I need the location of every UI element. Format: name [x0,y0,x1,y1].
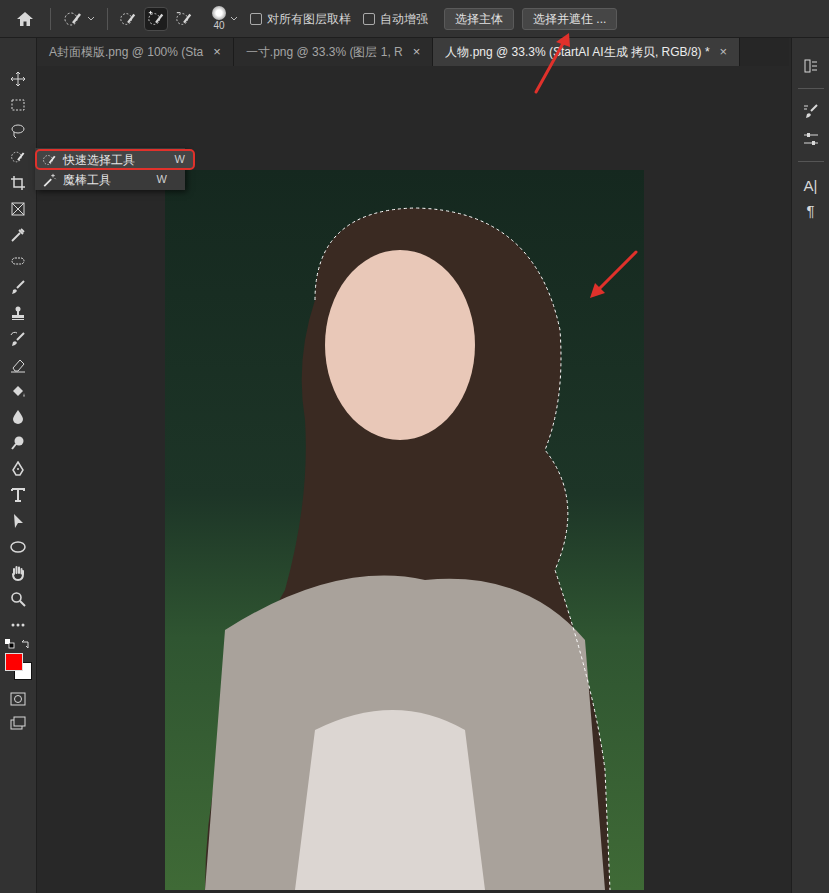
brush-tip-icon [212,6,226,20]
brush-icon[interactable] [10,279,26,295]
tab-close-button[interactable]: × [213,42,221,62]
flyout-item[interactable]: 快速选择工具 W [35,149,195,170]
character-panel-icon[interactable]: A| [804,176,818,195]
screen-mode-icon[interactable] [10,716,26,730]
paint-bucket-icon[interactable] [10,383,26,399]
adjustments-icon[interactable] [803,131,819,147]
flyout-item-label: 快速选择工具 [63,151,169,169]
checkbox-label: 自动增强 [380,10,428,28]
marquee-icon[interactable] [10,97,26,113]
checkbox-option[interactable]: 对所有图层取样 [250,10,351,28]
checkbox[interactable] [250,13,262,25]
quick-mask-icon[interactable] [10,692,26,706]
tool-flyout: 快速选择工具 W 魔棒工具 W [35,148,185,190]
tab-close-button[interactable]: × [720,42,728,62]
toolbar [0,38,37,893]
chevron-icon [87,16,95,22]
chevron-icon [230,16,238,22]
more-tools-icon[interactable] [10,617,26,633]
brush-size: 40 [213,21,224,31]
crop-icon[interactable] [10,175,26,191]
checkbox-label: 对所有图层取样 [267,10,351,28]
canvas-area [37,66,789,893]
tab-label: 一寸.png @ 33.3% (图层 1, R [246,43,403,61]
hand-icon[interactable] [10,565,26,581]
dodge-icon[interactable] [10,435,26,451]
zoom-icon[interactable] [10,591,26,607]
subtract-selection-button[interactable] [172,7,196,31]
type-icon[interactable] [10,487,26,503]
history-icon[interactable] [803,58,819,74]
tab-label: 人物.png @ 33.3% (StartAI AI生成 拷贝, RGB/8) … [445,43,709,61]
photo [165,170,644,890]
pen-icon[interactable] [10,461,26,477]
stamp-icon[interactable] [10,305,26,321]
tab-close-button[interactable]: × [413,42,421,62]
blur-icon[interactable] [10,409,26,425]
default-colors-icon[interactable] [5,639,15,649]
ellipse-icon[interactable] [10,539,26,555]
path-select-icon[interactable] [10,513,26,529]
document-tab[interactable]: A封面模版.png @ 100% (Sta × [37,38,234,66]
right-panel-strip: A| ¶ [791,38,829,893]
select-subject-button[interactable]: 选择主体 [444,8,514,30]
options-bar: 40 对所有图层取样 自动增强 选择主体选择并遮住 ... [0,0,829,38]
home-icon[interactable] [0,11,50,27]
eyedropper-icon[interactable] [10,227,26,243]
quick-select-icon [63,10,83,28]
foreground-color-swatch[interactable] [5,653,23,671]
document-tabs: A封面模版.png @ 100% (Sta×一寸.png @ 33.3% (图层… [37,38,789,66]
add-selection-button[interactable] [144,7,168,31]
flyout-item-label: 魔棒工具 [63,171,151,189]
checkbox-option[interactable]: 自动增强 [363,10,428,28]
shortcut-key: W [175,151,185,168]
annotation-arrows [0,0,829,893]
quick-select-icon [41,152,57,168]
move-icon[interactable] [10,71,26,87]
tool-preset-picker[interactable] [51,10,107,28]
shortcut-key: W [157,171,167,188]
lasso-icon[interactable] [10,123,26,139]
document-tab[interactable]: 人物.png @ 33.3% (StartAI AI生成 拷贝, RGB/8) … [433,38,740,66]
flyout-item[interactable]: 魔棒工具 W [35,170,185,189]
brush-settings-icon[interactable] [803,103,819,119]
paragraph-panel-icon[interactable]: ¶ [806,201,814,220]
magic-wand-icon [41,172,57,188]
swap-colors-icon[interactable] [21,639,31,649]
healing-icon[interactable] [10,253,26,269]
history-brush-icon[interactable] [10,331,26,347]
frame-icon[interactable] [10,201,26,217]
quick-select-icon[interactable] [10,149,26,165]
document-tab[interactable]: 一寸.png @ 33.3% (图层 1, R × [234,38,434,66]
checkbox[interactable] [363,13,375,25]
select-and-mask-button[interactable]: 选择并遮住 ... [522,8,617,30]
tab-label: A封面模版.png @ 100% (Sta [49,43,203,61]
new-selection-button[interactable] [116,7,140,31]
brush-size-picker[interactable]: 40 [204,6,246,31]
eraser-icon[interactable] [10,357,26,373]
